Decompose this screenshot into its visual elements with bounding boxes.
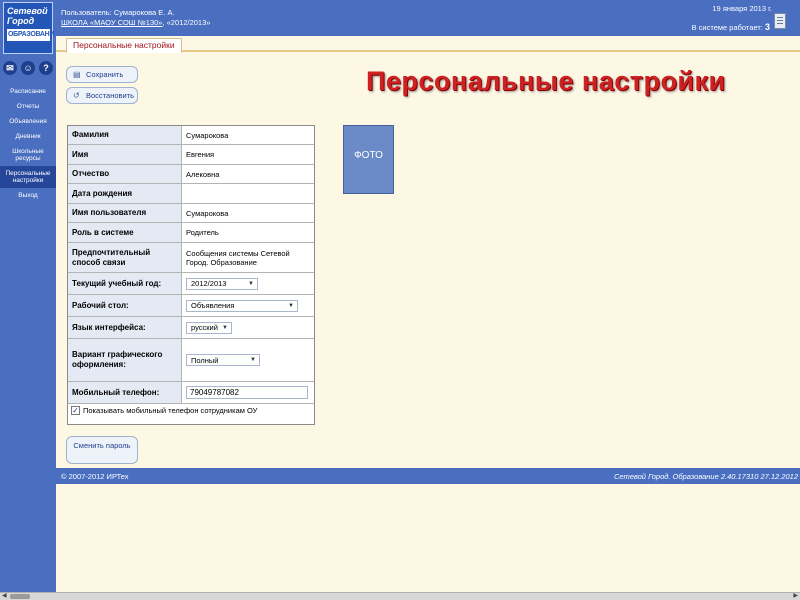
desktop-cell: Объявления ▼ <box>182 295 314 316</box>
version-info: Сетевой Город. Образование 2.40.17310 27… <box>613 472 798 481</box>
language-select[interactable]: русский ▼ <box>186 321 232 334</box>
row-contact: Предпочтительный способ связи Сообщения … <box>68 243 314 273</box>
contact-value: Сообщения системы Сетевой Город. Образов… <box>186 248 290 267</box>
name-label: Имя <box>68 145 182 164</box>
school-link[interactable]: ШКОЛА «МАОУ СОШ №130» <box>61 18 162 27</box>
language-cell: русский ▼ <box>182 317 314 338</box>
school-year: , «2012/2013» <box>162 18 211 27</box>
chevron-down-icon: ▼ <box>288 302 294 309</box>
sidebar-menu: Расписание Отчеты Объявления Дневник Шко… <box>0 84 56 203</box>
school-year-select[interactable]: 2012/2013 ▼ <box>186 277 258 290</box>
phone-input[interactable]: 79049787082 <box>186 386 308 399</box>
contact-label: Предпочтительный способ связи <box>68 243 182 272</box>
phone-label: Мобильный телефон: <box>68 382 182 403</box>
role-label: Роль в системе <box>68 223 182 242</box>
change-password-button[interactable]: Сменить пароль <box>66 436 138 464</box>
restore-label: Восстановить <box>86 91 135 100</box>
phone-cell: 79049787082 <box>182 382 314 403</box>
patronymic-value: Алековна <box>186 169 220 179</box>
sidebar-icon-bar: ✉ ☺ ? <box>3 61 53 75</box>
desktop-label: Рабочий стол: <box>68 295 182 316</box>
scroll-right-icon[interactable]: ▶ <box>793 593 798 600</box>
photo-placeholder[interactable]: ФОТО <box>343 125 394 194</box>
sidebar-item-reports[interactable]: Отчеты <box>0 99 56 114</box>
chevron-down-icon: ▼ <box>248 280 254 287</box>
page-title: Персональные настройки <box>366 66 726 96</box>
row-phone: Мобильный телефон: 79049787082 <box>68 382 314 404</box>
scrollbar-thumb[interactable] <box>10 594 30 599</box>
online-users: В системе работает: 3 <box>692 22 770 32</box>
online-count: 3 <box>764 22 770 32</box>
tab-personal-settings[interactable]: Персональные настройки <box>66 38 182 53</box>
desktop-selected: Объявления <box>191 301 235 310</box>
row-role: Роль в системе Родитель <box>68 223 314 243</box>
users-icon[interactable]: ☺ <box>21 61 35 75</box>
school-info: ШКОЛА «МАОУ СОШ №130», «2012/2013» <box>61 18 210 27</box>
username-value: Сумарокова <box>186 208 229 218</box>
surname-label: Фамилия <box>68 126 182 144</box>
theme-selected: Полный <box>191 355 219 365</box>
online-label: В системе работает: <box>691 23 763 32</box>
scroll-left-icon[interactable]: ◀ <box>2 593 7 600</box>
username-label: Имя пользователя <box>68 204 182 222</box>
language-selected: русский <box>191 323 218 332</box>
mail-icon[interactable]: ✉ <box>3 61 17 75</box>
theme-cell: Полный ▼ <box>182 339 314 381</box>
sidebar-item-exit[interactable]: Выход <box>0 188 56 203</box>
save-icon: ▤ <box>73 69 81 79</box>
sidebar-item-diary[interactable]: Дневник <box>0 129 56 144</box>
sidebar: Сетевой Город ОБРАЗОВАНИ ✉ ☺ ? Расписани… <box>0 0 56 592</box>
show-phone-option: ✓ Показывать мобильный телефон сотрудник… <box>71 406 257 415</box>
sidebar-item-personal-settings[interactable]: Персональные настройки <box>0 166 56 188</box>
row-surname: Фамилия Сумарокова <box>68 126 314 145</box>
school-year-selected: 2012/2013 <box>191 279 227 288</box>
chevron-down-icon: ▼ <box>250 357 256 363</box>
tab-strip: Персональные настройки <box>56 36 800 53</box>
sidebar-item-school-resources[interactable]: Школьные ресурсы <box>0 144 56 166</box>
desktop-select[interactable]: Объявления ▼ <box>186 299 298 312</box>
show-phone-checkbox[interactable]: ✓ <box>71 406 80 415</box>
row-patronymic: Отчество Алековна <box>68 165 314 184</box>
row-birthdate: Дата рождения <box>68 184 314 204</box>
name-value: Евгения <box>186 150 215 159</box>
current-user: Пользователь: Сумарокова Е. А. <box>61 8 175 17</box>
row-school-year: Текущий учебный год: 2012/2013 ▼ <box>68 273 314 295</box>
document-icon[interactable] <box>774 13 786 29</box>
theme-label: Вариант графического оформления: <box>68 339 182 381</box>
birthdate-value <box>182 184 314 203</box>
school-year-cell: 2012/2013 ▼ <box>182 273 314 294</box>
logo-line-1: Сетевой <box>7 6 48 16</box>
patronymic-label: Отчество <box>68 165 182 183</box>
sidebar-item-announcements[interactable]: Объявления <box>0 114 56 129</box>
restore-button[interactable]: ↺ Восстановить <box>66 87 138 104</box>
logo-line-2: Город <box>7 16 35 26</box>
language-label: Язык интерфейса: <box>68 317 182 338</box>
theme-select[interactable]: Полный ▼ <box>186 354 260 366</box>
current-date: 19 января 2013 г. <box>712 4 772 13</box>
row-username: Имя пользователя Сумарокова <box>68 204 314 223</box>
school-year-label: Текущий учебный год: <box>68 273 182 294</box>
row-desktop: Рабочий стол: Объявления ▼ <box>68 295 314 317</box>
help-icon[interactable]: ? <box>39 61 53 75</box>
save-label: Сохранить <box>86 70 124 79</box>
show-phone-label: Показывать мобильный телефон сотрудникам… <box>83 406 258 415</box>
footer: © 2007-2012 ИРТех Сетевой Город. Образов… <box>56 468 800 484</box>
row-theme: Вариант графического оформления: Полный … <box>68 339 314 382</box>
save-button[interactable]: ▤ Сохранить <box>66 66 138 83</box>
surname-value: Сумарокова <box>186 130 229 140</box>
role-value: Родитель <box>186 228 219 237</box>
copyright: © 2007-2012 ИРТех <box>61 472 129 481</box>
row-language: Язык интерфейса: русский ▼ <box>68 317 314 339</box>
horizontal-scrollbar[interactable]: ◀ ▶ <box>0 592 800 600</box>
top-header: Пользователь: Сумарокова Е. А. ШКОЛА «МА… <box>56 0 800 36</box>
logo-line-3: ОБРАЗОВАНИ <box>7 29 54 41</box>
chevron-down-icon: ▼ <box>222 324 228 331</box>
birthdate-label: Дата рождения <box>68 184 182 203</box>
restore-icon: ↺ <box>73 90 80 100</box>
main-content: ▤ Сохранить ↺ Восстановить Персональные … <box>56 52 800 468</box>
app-logo[interactable]: Сетевой Город ОБРАЗОВАНИ <box>3 2 54 54</box>
settings-form: Фамилия Сумарокова Имя Евгения Отчество … <box>67 125 315 425</box>
sidebar-item-schedule[interactable]: Расписание <box>0 84 56 99</box>
row-name: Имя Евгения <box>68 145 314 165</box>
